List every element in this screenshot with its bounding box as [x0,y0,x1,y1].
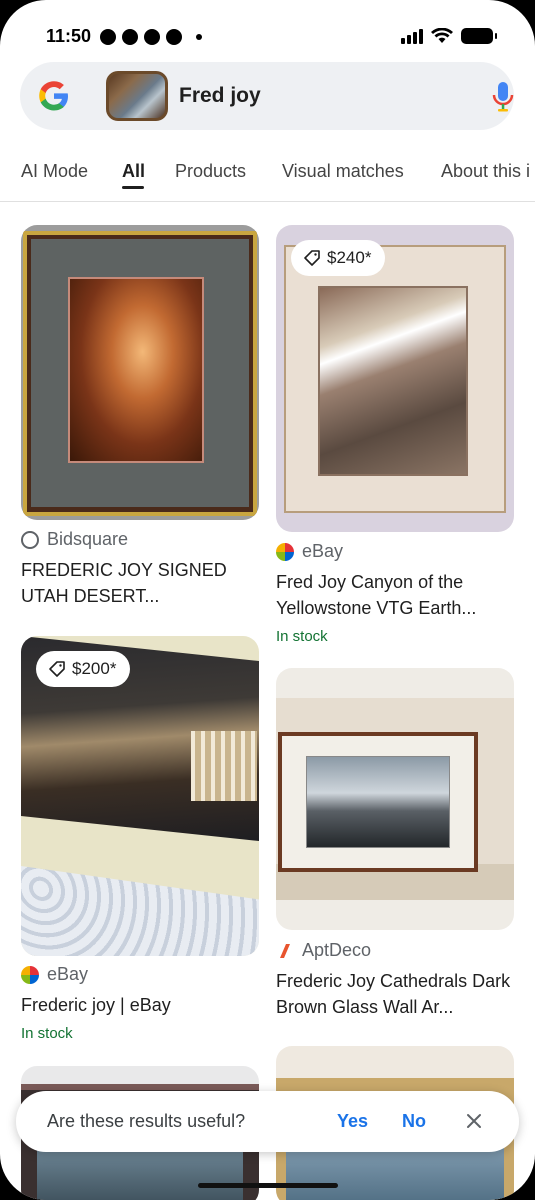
frame-artwork [306,756,450,848]
price-tag: $200* [36,651,131,687]
search-tabs: AI Mode All Products Visual matches Abou… [0,158,535,202]
feedback-question: Are these results useful? [47,1111,246,1131]
result-title[interactable]: Fred Joy Canyon of the Yellowstone VTG E… [276,569,516,621]
feedback-yes-button[interactable]: Yes [337,1111,368,1132]
quilt [21,866,259,956]
tab-products[interactable]: Products [175,161,246,182]
messenger-icon [144,29,160,45]
chat-bubble-icon [100,29,116,45]
result-source[interactable]: Bidsquare [21,529,128,550]
price-tag: $240* [291,240,386,276]
system-icons [401,28,497,44]
result-title[interactable]: Frederic joy | eBay [21,992,261,1018]
result-title[interactable]: Frederic Joy Cathedrals Dark Brown Glass… [276,968,516,1020]
status-time: 11:50 [46,26,92,46]
tab-all[interactable]: All [122,161,145,182]
trees [191,731,257,801]
home-indicator[interactable] [198,1183,338,1188]
tag-icon [49,661,65,677]
active-tab-indicator [122,186,144,189]
result-source[interactable]: AptDeco [276,940,371,961]
wifi-icon [431,28,453,43]
messenger-icon [122,29,138,45]
result-source[interactable]: eBay [276,541,343,562]
tab-ai-mode[interactable]: AI Mode [21,161,88,182]
globe-icon [21,530,39,549]
feedback-bar: Are these results useful? Yes No [16,1091,519,1152]
phone-screen: 11:50 Fred joy AI Mode All Products Visu… [0,0,535,1200]
result-title[interactable]: FREDERIC JOY SIGNED UTAH DESERT... [21,557,261,609]
search-bar[interactable]: Fred joy [20,62,514,130]
frame-artwork [37,1146,243,1200]
tab-visual-matches[interactable]: Visual matches [282,161,404,182]
result-image[interactable] [21,225,259,520]
feedback-no-button[interactable]: No [402,1111,426,1132]
status-bar: 11:50 [0,0,535,60]
messenger-icon [166,29,182,45]
battery-icon [461,28,497,44]
more-notifications-dot-icon [196,34,202,40]
search-query[interactable]: Fred joy [179,84,261,108]
close-icon[interactable] [464,1111,484,1131]
ebay-icon [276,542,294,561]
ebay-icon [21,965,39,984]
frame-artwork [318,286,468,476]
frame-artwork [68,277,204,463]
search-image-thumbnail[interactable] [106,71,168,121]
result-image[interactable] [276,668,514,930]
microphone-icon[interactable] [490,80,516,114]
tab-about-this-image[interactable]: About this i [441,161,530,182]
tag-icon [304,250,320,266]
signal-icon [401,28,423,44]
notification-icons [100,29,202,45]
google-logo-icon [39,81,68,111]
stock-status: In stock [21,1025,73,1042]
stock-status: In stock [276,628,328,645]
aptdeco-logo-icon [280,943,290,958]
result-source[interactable]: eBay [21,964,88,985]
